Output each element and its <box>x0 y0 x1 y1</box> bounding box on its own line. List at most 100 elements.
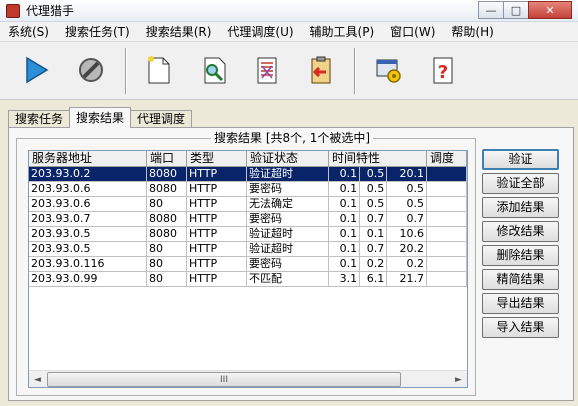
timing-value: 6.1 <box>360 272 388 286</box>
cell-server-address: 203.93.0.5 <box>29 242 147 257</box>
column-timing[interactable]: 时间特性 <box>329 151 427 167</box>
cell-type: HTTP <box>187 257 247 272</box>
timing-value: 0.2 <box>360 257 388 271</box>
cell-status: 要密码 <box>247 182 329 197</box>
scroll-thumb[interactable]: III <box>47 372 401 387</box>
settings-window-icon <box>376 59 401 83</box>
help-button[interactable]: ? <box>423 50 463 90</box>
cell-server-address: 203.93.0.6 <box>29 197 147 212</box>
simplify-result-button[interactable]: 精简结果 <box>482 269 559 290</box>
timing-value: 0.5 <box>360 182 388 196</box>
start-button[interactable] <box>16 50 56 90</box>
scroll-left-icon[interactable]: ◄ <box>29 371 46 388</box>
maximize-button[interactable]: □ <box>503 1 529 19</box>
timing-value: 0.5 <box>406 182 425 195</box>
cell-port: 80 <box>147 197 187 212</box>
new-button[interactable] <box>138 50 178 90</box>
cell-timing: 0.1 0.7 20.2 <box>329 242 427 257</box>
list-button[interactable] <box>247 50 287 90</box>
window-title: 代理猎手 <box>26 4 75 18</box>
delete-result-button[interactable]: 删除结果 <box>482 245 559 266</box>
timing-value: 20.1 <box>399 167 425 180</box>
cell-type: HTTP <box>187 227 247 242</box>
cell-status: 无法确定 <box>247 197 329 212</box>
options-button[interactable] <box>368 50 408 90</box>
svg-text:?: ? <box>438 62 448 83</box>
column-status[interactable]: 验证状态 <box>247 151 329 167</box>
column-type[interactable]: 类型 <box>187 151 247 167</box>
table-row[interactable]: 203.93.0.5 80 HTTP 验证超时 0.1 0.7 20.2 <box>29 242 467 257</box>
cell-server-address: 203.93.0.5 <box>29 227 147 242</box>
import-button[interactable] <box>300 50 340 90</box>
stop-button[interactable] <box>71 50 111 90</box>
cell-port: 8080 <box>147 182 187 197</box>
cell-type: HTTP <box>187 182 247 197</box>
cell-type: HTTP <box>187 272 247 287</box>
menu-search-result[interactable]: 搜索结果(R) <box>138 22 220 42</box>
table-row[interactable]: 203.93.0.6 8080 HTTP 要密码 0.1 0.5 0.5 <box>29 182 467 197</box>
stop-icon <box>79 58 103 82</box>
timing-value: 0.1 <box>331 257 361 271</box>
cell-timing: 0.1 0.7 0.7 <box>329 212 427 227</box>
tab-search-task[interactable]: 搜索任务 <box>8 110 71 128</box>
cell-type: HTTP <box>187 197 247 212</box>
cell-schedule <box>427 212 467 227</box>
column-server-address[interactable]: 服务器地址 <box>29 151 147 167</box>
minimize-button[interactable]: — <box>478 1 504 19</box>
horizontal-scrollbar[interactable]: ◄ III ► <box>29 370 467 387</box>
timing-value: 0.1 <box>360 227 388 241</box>
menu-system[interactable]: 系统(S) <box>0 22 57 42</box>
menu-tools[interactable]: 辅助工具(P) <box>302 22 383 42</box>
cell-timing: 0.1 0.5 20.1 <box>329 167 427 182</box>
timing-value: 3.1 <box>331 272 361 286</box>
menu-search-task[interactable]: 搜索任务(T) <box>57 22 138 42</box>
menu-window[interactable]: 窗口(W) <box>382 22 443 42</box>
menu-proxy-schedule[interactable]: 代理调度(U) <box>219 22 301 42</box>
add-result-button[interactable]: 添加结果 <box>482 197 559 218</box>
cell-type: HTTP <box>187 242 247 257</box>
scroll-right-icon[interactable]: ► <box>450 371 467 388</box>
cell-schedule <box>427 197 467 212</box>
column-port[interactable]: 端口 <box>147 151 187 167</box>
timing-value: 0.5 <box>360 167 388 181</box>
cell-schedule <box>427 227 467 242</box>
table-row[interactable]: 203.93.0.99 80 HTTP 不匹配 3.1 6.1 21.7 <box>29 272 467 287</box>
export-result-button[interactable]: 导出结果 <box>482 293 559 314</box>
cell-timing: 0.1 0.1 10.6 <box>329 227 427 242</box>
table-row[interactable]: 203.93.0.7 8080 HTTP 要密码 0.1 0.7 0.7 <box>29 212 467 227</box>
cell-port: 80 <box>147 242 187 257</box>
search-button[interactable] <box>194 50 234 90</box>
table-row[interactable]: 203.93.0.6 80 HTTP 无法确定 0.1 0.5 0.5 <box>29 197 467 212</box>
timing-value: 21.7 <box>399 272 425 285</box>
menu-help[interactable]: 帮助(H) <box>443 22 501 42</box>
toolbar-separator <box>125 48 127 94</box>
table-row[interactable]: 203.93.0.2 8080 HTTP 验证超时 0.1 0.5 20.1 <box>29 167 467 182</box>
cell-status: 要密码 <box>247 212 329 227</box>
cell-timing: 3.1 6.1 21.7 <box>329 272 427 287</box>
cell-port: 8080 <box>147 212 187 227</box>
timing-value: 0.1 <box>331 182 361 196</box>
tab-proxy-schedule[interactable]: 代理调度 <box>130 110 193 128</box>
close-button[interactable]: ✕ <box>528 1 572 19</box>
result-list[interactable]: 服务器地址 端口 类型 验证状态 时间特性 调度 203.93.0.2 8080 H… <box>28 150 468 388</box>
verify-button[interactable]: 验证 <box>482 149 559 170</box>
edit-result-button[interactable]: 修改结果 <box>482 221 559 242</box>
timing-value: 10.6 <box>399 227 425 240</box>
timing-value: 20.2 <box>399 242 425 255</box>
grip-icon: III <box>220 374 228 385</box>
timing-value: 0.2 <box>406 257 425 270</box>
table-row[interactable]: 203.93.0.5 8080 HTTP 验证超时 0.1 0.1 10.6 <box>29 227 467 242</box>
import-result-button[interactable]: 导入结果 <box>482 317 559 338</box>
cell-schedule <box>427 182 467 197</box>
title-bar: 代理猎手 — □ ✕ <box>0 0 578 22</box>
cell-port: 8080 <box>147 227 187 242</box>
timing-value: 0.1 <box>331 167 361 181</box>
verify-all-button[interactable]: 验证全部 <box>482 173 559 194</box>
column-schedule[interactable]: 调度 <box>427 151 467 167</box>
search-document-icon <box>204 57 226 84</box>
toolbar: ? <box>0 42 578 100</box>
group-title: 搜索结果 [共8个, 1个被选中] <box>211 132 374 145</box>
cell-type: HTTP <box>187 167 247 182</box>
tab-search-result[interactable]: 搜索结果 <box>69 107 132 128</box>
table-row[interactable]: 203.93.0.116 80 HTTP 要密码 0.1 0.2 0.2 <box>29 257 467 272</box>
